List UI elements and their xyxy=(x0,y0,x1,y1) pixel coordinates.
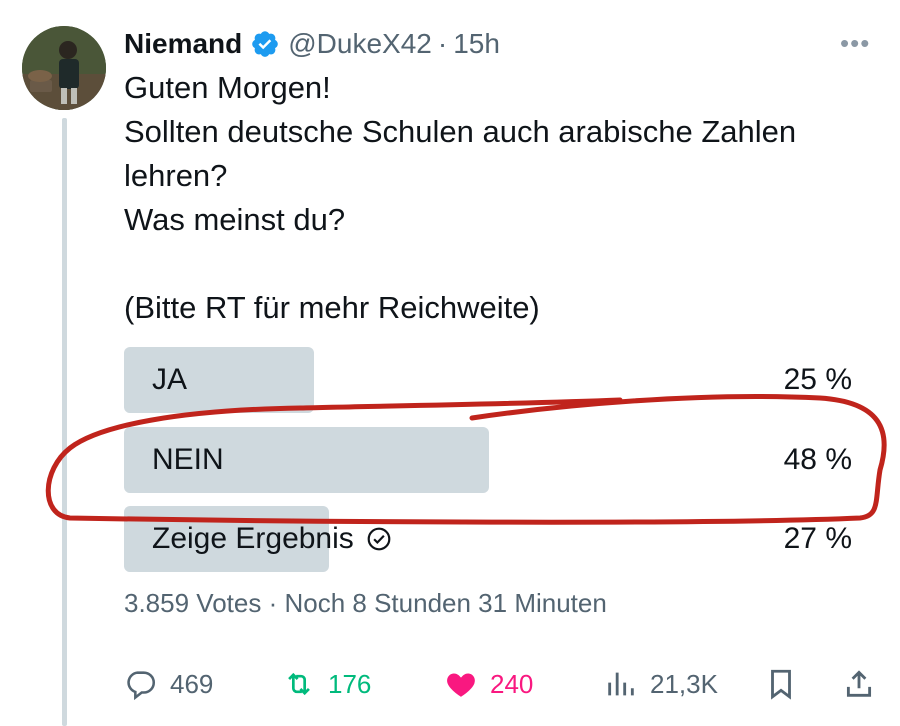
bookmark-icon xyxy=(771,669,791,700)
like-count: 240 xyxy=(490,668,534,699)
poll-meta-separator: · xyxy=(268,588,278,618)
author-name[interactable]: Niemand xyxy=(124,28,242,60)
thread-line xyxy=(62,118,67,726)
author-handle[interactable]: @DukeX42 xyxy=(288,28,432,60)
action-bar: 469 176 240 21,3K xyxy=(124,662,884,706)
tweet-text-line: lehren? xyxy=(124,158,228,193)
tweet-text-line: Sollten deutsche Schulen auch arabische … xyxy=(124,114,797,149)
reply-button[interactable]: 469 xyxy=(124,662,213,706)
poll-option-percent: 25 % xyxy=(783,363,852,396)
tweet-header: Niemand @DukeX42 · 15h xyxy=(124,24,500,64)
verified-badge-icon xyxy=(252,31,279,57)
tweet-text-line: Guten Morgen! xyxy=(124,70,331,105)
reply-icon xyxy=(127,671,156,701)
poll-option-percent: 27 % xyxy=(783,522,852,555)
views-count: 21,3K xyxy=(650,668,718,699)
tweet-text-line xyxy=(124,242,884,286)
retweet-button[interactable]: 176 xyxy=(282,662,371,706)
share-icon xyxy=(846,670,872,697)
retweet-count: 176 xyxy=(328,668,372,699)
more-icon[interactable]: ••• xyxy=(840,28,870,59)
tweet-timestamp[interactable]: 15h xyxy=(453,28,500,60)
bookmark-button[interactable] xyxy=(764,662,810,706)
like-icon xyxy=(447,673,475,697)
views-button[interactable]: 21,3K xyxy=(604,662,718,706)
poll-meta: 3.859 Votes · Noch 8 Stunden 31 Minuten xyxy=(124,588,607,619)
like-button[interactable]: 240 xyxy=(444,662,533,706)
poll-votes: 3.859 Votes xyxy=(124,588,262,618)
tweet-text-line: (Bitte RT für mehr Reichweite) xyxy=(124,290,540,325)
poll-option-label: JA xyxy=(152,363,188,396)
poll-option-ja[interactable]: JA 25 % xyxy=(124,347,852,413)
share-button[interactable] xyxy=(842,662,888,706)
avatar-image xyxy=(22,26,106,110)
tweet-text: Guten Morgen! Sollten deutsche Schulen a… xyxy=(124,66,884,330)
poll-option-label: NEIN xyxy=(152,443,224,476)
poll-option-percent: 48 % xyxy=(783,443,852,476)
poll-option-zeige-ergebnis[interactable]: Zeige Ergebnis 27 % xyxy=(124,506,852,572)
avatar[interactable] xyxy=(22,26,106,110)
poll-option-nein[interactable]: NEIN 48 % xyxy=(124,427,852,493)
reply-count: 469 xyxy=(170,668,214,699)
tweet-text-line: Was meinst du? xyxy=(124,202,346,237)
retweet-icon xyxy=(288,672,310,696)
header-separator: · xyxy=(437,28,448,59)
views-icon xyxy=(608,672,634,696)
poll-option-label: Zeige Ergebnis xyxy=(152,506,392,572)
check-circle-icon xyxy=(367,527,391,551)
poll-remaining: Noch 8 Stunden 31 Minuten xyxy=(284,588,607,618)
